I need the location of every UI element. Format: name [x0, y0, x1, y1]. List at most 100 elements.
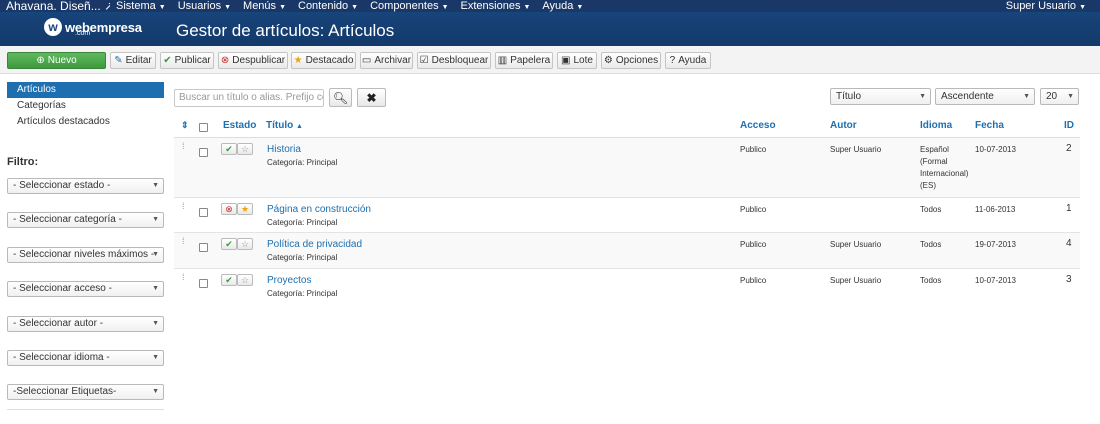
options-button[interactable]: ⚙ Opciones [601, 52, 661, 69]
access-cell: Publico [740, 240, 767, 249]
ordering-column-header[interactable]: ⇕ [181, 120, 189, 131]
published-toggle[interactable]: ✔ [221, 143, 237, 155]
select-all-checkbox[interactable] [199, 123, 208, 132]
featured-toggle[interactable]: ★ [237, 203, 253, 215]
row-checkbox[interactable] [199, 208, 208, 217]
clear-button[interactable]: ✖ [357, 88, 386, 107]
menu-usuarios[interactable]: Usuarios ▼ [172, 0, 237, 12]
menu-contenido[interactable]: Contenido ▼ [292, 0, 364, 12]
sidebar-item-articulos[interactable]: Artículos [7, 82, 164, 98]
published-toggle[interactable]: ✔ [221, 274, 237, 286]
row-checkbox[interactable] [199, 243, 208, 252]
button-label: Opciones [615, 55, 659, 66]
drag-handle-icon[interactable]: ⁞ [182, 237, 185, 246]
published-toggle[interactable]: ✔ [221, 238, 237, 250]
caret-down-icon: ▼ [351, 4, 359, 11]
author-link[interactable]: Super Usuario [830, 275, 881, 287]
filter-author-select[interactable]: - Seleccionar autor - ▼ [7, 316, 164, 332]
publish-button[interactable]: ✔ Publicar [160, 52, 214, 69]
caret-down-icon: ▼ [152, 285, 159, 292]
menu-extensiones[interactable]: Extensiones ▼ [455, 0, 537, 12]
drag-handle-icon[interactable]: ⁞ [182, 142, 185, 151]
filter-tags-select[interactable]: -Seleccionar Etiquetas- ▼ [7, 384, 164, 400]
star-outline-icon: ☆ [240, 275, 250, 285]
featured-button[interactable]: ★ Destacado [291, 52, 356, 69]
select-value: - Seleccionar categoría - [13, 214, 122, 225]
plus-circle-icon: ⊕ [36, 55, 45, 66]
language-cell: Todos [920, 240, 942, 249]
author-link[interactable]: Super Usuario [830, 239, 881, 251]
search-input[interactable]: Buscar un título o alias. Prefijo con 'I… [174, 89, 324, 107]
sidebar-nav: Artículos Categorías Artículos destacado… [7, 82, 164, 130]
edit-icon: ✎ [114, 55, 123, 66]
language-cell: Español (Formal Internacional) (ES) [920, 144, 968, 192]
column-header-autor[interactable]: Autor [830, 120, 857, 131]
menu-ayuda[interactable]: Ayuda ▼ [536, 0, 589, 12]
menu-componentes[interactable]: Componentes ▼ [364, 0, 454, 12]
article-title-link[interactable]: Historia [267, 144, 301, 155]
table-row: ⁞ ⊗ ★ Página en construcción Categoría: … [174, 198, 1080, 233]
unpublished-icon: ⊗ [225, 204, 233, 214]
filter-title: Filtro: [7, 156, 39, 168]
search-button[interactable]: 🔍︎ [329, 88, 352, 107]
button-label: Archivar [374, 55, 412, 66]
id-cell: 1 [1066, 203, 1072, 214]
caret-down-icon: ▼ [152, 216, 159, 223]
archive-button[interactable]: ▭ Archivar [360, 52, 413, 69]
article-category: Categoría: Principal [267, 253, 337, 262]
column-header-titulo[interactable]: Título ▲ [266, 120, 303, 131]
column-header-estado[interactable]: Estado [223, 120, 256, 131]
menu-menus[interactable]: Menús ▼ [237, 0, 292, 12]
edit-button[interactable]: ✎ Editar [110, 52, 156, 69]
filter-category-select[interactable]: - Seleccionar categoría - ▼ [7, 212, 164, 228]
list-limit-select[interactable]: 20 ▼ [1040, 88, 1079, 105]
row-checkbox[interactable] [199, 279, 208, 288]
featured-toggle[interactable]: ☆ [237, 274, 253, 286]
select-value: Ascendente [941, 91, 994, 102]
user-menu[interactable]: Super Usuario ▼ [1006, 0, 1086, 12]
logo-icon: w [44, 18, 62, 36]
sidebar: Artículos Categorías Artículos destacado… [7, 82, 164, 130]
featured-toggle[interactable]: ☆ [237, 238, 253, 250]
column-header-fecha[interactable]: Fecha [975, 120, 1004, 131]
column-header-id[interactable]: ID [1064, 120, 1074, 131]
article-title-link[interactable]: Proyectos [267, 275, 311, 286]
trash-icon: ▥ [497, 55, 508, 66]
published-toggle[interactable]: ⊗ [221, 203, 237, 215]
drag-handle-icon[interactable]: ⁞ [182, 273, 185, 282]
unlock-button[interactable]: ☑ Desbloquear [417, 52, 491, 69]
category-prefix: Categoría: [267, 158, 307, 167]
sidebar-item-categorias[interactable]: Categorías [7, 98, 164, 114]
column-header-acceso[interactable]: Acceso [740, 120, 776, 131]
new-button[interactable]: ⊕ Nuevo [7, 52, 106, 69]
article-title-link[interactable]: Página en construcción [267, 204, 371, 215]
drag-handle-icon[interactable]: ⁞ [182, 202, 185, 211]
star-icon: ★ [240, 204, 250, 214]
article-title-link[interactable]: Política de privacidad [267, 239, 362, 250]
filter-max-levels-select[interactable]: - Seleccionar niveles máximos - ▼ [7, 247, 164, 263]
language-cell: Todos [920, 205, 942, 214]
sidebar-item-articulos-destacados[interactable]: Artículos destacados [7, 114, 164, 130]
caret-down-icon: ▼ [523, 4, 531, 11]
category-name: Principal [306, 158, 338, 167]
row-checkbox[interactable] [199, 148, 208, 157]
language-cell: Todos [920, 276, 942, 285]
featured-toggle[interactable]: ☆ [237, 143, 253, 155]
date-cell: 11-06-2013 [975, 205, 1016, 214]
author-link[interactable]: Super Usuario [830, 144, 881, 156]
access-cell: Publico [740, 145, 767, 154]
menu-sistema[interactable]: Sistema ▼ [110, 0, 172, 12]
batch-button[interactable]: ▣ Lote [557, 52, 597, 69]
filter-status-select[interactable]: - Seleccionar estado - ▼ [7, 178, 164, 194]
caret-down-icon: ▼ [279, 4, 286, 11]
order-by-select[interactable]: Título ▼ [830, 88, 931, 105]
sort-icon: ⇕ [181, 120, 189, 130]
filter-access-select[interactable]: - Seleccionar acceso - ▼ [7, 281, 164, 297]
unpublish-button[interactable]: ⊗ Despublicar [218, 52, 288, 69]
caret-down-icon: ▼ [152, 251, 159, 258]
order-direction-select[interactable]: Ascendente ▼ [935, 88, 1035, 105]
column-header-idioma[interactable]: Idioma [920, 120, 952, 131]
trash-button[interactable]: ▥ Papelera [495, 52, 553, 69]
filter-language-select[interactable]: - Seleccionar idioma - ▼ [7, 350, 164, 366]
help-button[interactable]: ? Ayuda [665, 52, 711, 69]
